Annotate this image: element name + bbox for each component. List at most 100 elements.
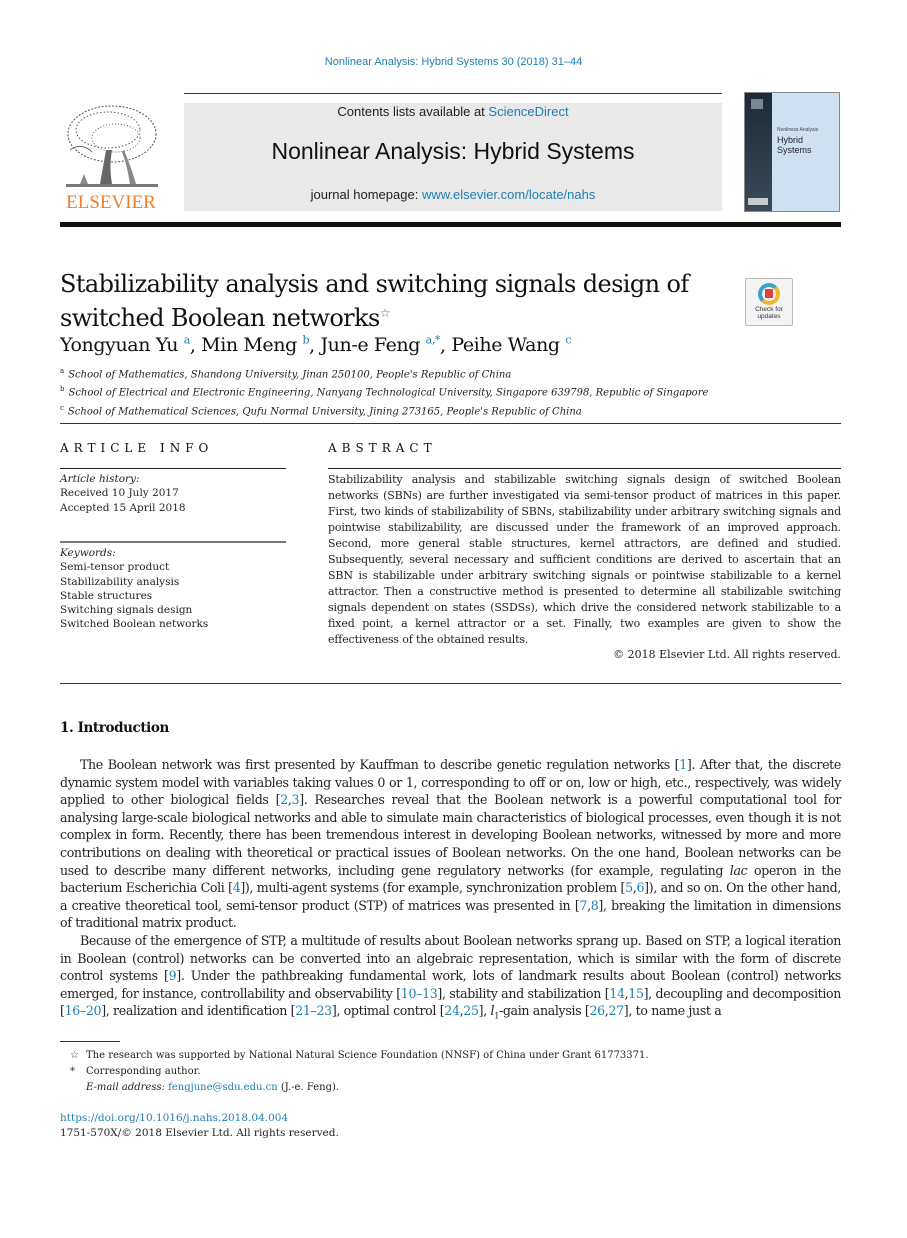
- text-run: ], to name just a: [623, 1003, 722, 1019]
- author[interactable]: Yongyuan Yu a: [60, 334, 190, 356]
- keyword: Switched Boolean networks: [60, 618, 209, 631]
- journal-homepage-link[interactable]: www.elsevier.com/locate/nahs: [422, 187, 595, 202]
- text-run: ], optimal control [: [331, 1003, 445, 1019]
- affiliation: a School of Mathematics, Shandong Univers…: [60, 364, 840, 382]
- email-label: E-mail address:: [86, 1082, 169, 1093]
- check-for-updates-button[interactable]: Check for updates: [745, 278, 793, 326]
- accepted-date: Accepted 15 April 2018: [60, 501, 186, 514]
- keywords-label: Keywords:: [60, 547, 116, 559]
- divider: [60, 683, 841, 684]
- text-run: ], realization and identification [: [101, 1003, 296, 1019]
- affiliation-letter: a: [60, 367, 65, 375]
- homepage-prefix: journal homepage:: [310, 187, 422, 202]
- affiliation-text: School of Mathematics, Shandong Universi…: [68, 369, 512, 381]
- affiliation-text: School of Electrical and Electronic Engi…: [68, 387, 709, 399]
- footnote-email: E-mail address: fengjune@sdu.edu.cn (J.-…: [60, 1080, 841, 1096]
- section-heading-introduction: 1. Introduction: [60, 720, 169, 736]
- citation-link[interactable]: 24: [444, 1003, 460, 1018]
- text-run: ]), multi-agent systems (for example, sy…: [240, 880, 626, 896]
- citation-link[interactable]: 14: [609, 986, 625, 1001]
- check-updates-line1: Check for: [755, 306, 783, 313]
- running-head[interactable]: Nonlinear Analysis: Hybrid Systems 30 (2…: [0, 56, 907, 68]
- cover-subtitle: Nonlinear Analysis: [777, 127, 819, 133]
- cover-title-line2: Systems: [777, 145, 812, 155]
- masthead-bottom-rule: [60, 222, 841, 227]
- affiliation-letter: b: [60, 385, 65, 394]
- author[interactable]: Peihe Wang c: [451, 334, 571, 356]
- elsevier-logo[interactable]: ELSEVIER: [60, 100, 162, 214]
- keyword: Switching signals design: [60, 604, 193, 617]
- footnote-funding: ☆ The research was supported by National…: [60, 1048, 841, 1064]
- cover-title-line1: Hybrid: [777, 135, 804, 145]
- cover-face: Nonlinear Analysis Hybrid Systems: [772, 93, 839, 211]
- tree-icon: [66, 105, 158, 187]
- masthead-top-rule: [184, 93, 722, 94]
- author-name: Min Meng: [201, 334, 297, 357]
- email-suffix: (J.-e. Feng).: [277, 1082, 340, 1093]
- paragraph: Because of the emergence of STP, a multi…: [60, 932, 841, 1025]
- abstract-copyright: © 2018 Elsevier Ltd. All rights reserved…: [613, 648, 841, 661]
- citation-link[interactable]: 25: [463, 1003, 479, 1018]
- citation-link[interactable]: 21–23: [295, 1003, 332, 1018]
- doi-link[interactable]: https://doi.org/10.1016/j.nahs.2018.04.0…: [60, 1112, 288, 1124]
- footnote-text: The research was supported by National N…: [86, 1050, 649, 1061]
- citation-link[interactable]: 16–20: [65, 1003, 102, 1018]
- affiliation: c School of Mathematical Sciences, Qufu N…: [60, 401, 840, 419]
- keyword: Stabilizability analysis: [60, 575, 180, 588]
- divider: [328, 468, 841, 469]
- citation-link[interactable]: 6: [636, 880, 644, 895]
- contents-line: Contents lists available at ScienceDirec…: [184, 104, 722, 119]
- italic-text: lac: [729, 862, 748, 878]
- homepage-line: journal homepage: www.elsevier.com/locat…: [184, 187, 722, 202]
- citation-link[interactable]: 7: [579, 898, 587, 913]
- citation-link[interactable]: 2: [280, 792, 288, 807]
- journal-title: Nonlinear Analysis: Hybrid Systems: [271, 138, 635, 164]
- keyword: Stable structures: [60, 589, 153, 602]
- cover-ifac-icon: [748, 198, 768, 205]
- citation-link[interactable]: 27: [608, 1003, 624, 1018]
- citation-link[interactable]: 10–13: [401, 986, 438, 1001]
- footnote-text: Corresponding author.: [86, 1066, 201, 1077]
- affiliation-mark[interactable]: c: [565, 334, 571, 347]
- divider: [60, 423, 841, 424]
- author-name: Peihe Wang: [451, 334, 560, 357]
- author-separator: ,: [309, 334, 321, 357]
- author-name: Yongyuan Yu: [60, 334, 179, 357]
- footnote-rule: [60, 1041, 120, 1042]
- elsevier-wordmark: ELSEVIER: [66, 192, 156, 213]
- check-updates-label: Check for updates: [746, 306, 792, 320]
- title-line2: switched Boolean networks: [60, 304, 380, 332]
- email-link[interactable]: fengjune@sdu.edu.cn: [168, 1082, 278, 1093]
- citation-link[interactable]: 26: [589, 1003, 605, 1018]
- author[interactable]: Min Meng b: [201, 334, 309, 356]
- citation-link[interactable]: 15: [628, 986, 644, 1001]
- article-info-heading: ARTICLE INFO: [60, 441, 214, 455]
- text-run: ],: [478, 1003, 491, 1019]
- text-run: ], stability and stabilization [: [437, 985, 610, 1001]
- citation-link[interactable]: 5: [625, 880, 633, 895]
- star-icon: ☆: [70, 1050, 79, 1061]
- keyword: Semi-tensor product: [60, 561, 170, 574]
- cover-spine: [745, 93, 772, 211]
- journal-cover[interactable]: Nonlinear Analysis Hybrid Systems: [744, 92, 840, 212]
- text-run: The Boolean network was first presented …: [80, 757, 680, 772]
- affiliation-mark[interactable]: a,*: [426, 334, 441, 347]
- check-updates-icon: [758, 283, 780, 305]
- contents-prefix: Contents lists available at: [337, 104, 489, 119]
- title-note-star-icon[interactable]: ☆: [380, 306, 391, 320]
- divider: [60, 468, 286, 469]
- title-line1: Stabilizability analysis and switching s…: [60, 270, 689, 298]
- citation-link[interactable]: 1: [679, 757, 687, 772]
- author-name: Jun-e Feng: [320, 334, 421, 357]
- doi-block: https://doi.org/10.1016/j.nahs.2018.04.0…: [60, 1111, 339, 1141]
- check-updates-line2: updates: [757, 313, 781, 320]
- affiliation-text: School of Mathematical Sciences, Qufu No…: [67, 405, 582, 417]
- author[interactable]: Jun-e Feng a,*: [320, 334, 440, 356]
- introduction-body: The Boolean network was first presented …: [60, 756, 841, 1025]
- paragraph: The Boolean network was first presented …: [60, 756, 841, 932]
- affiliation: b School of Electrical and Electronic Eng…: [60, 382, 840, 400]
- sciencedirect-link[interactable]: ScienceDirect: [488, 104, 568, 119]
- divider: [60, 541, 286, 543]
- article-title: Stabilizability analysis and switching s…: [60, 270, 700, 333]
- abstract-heading: ABSTRACT: [328, 441, 437, 455]
